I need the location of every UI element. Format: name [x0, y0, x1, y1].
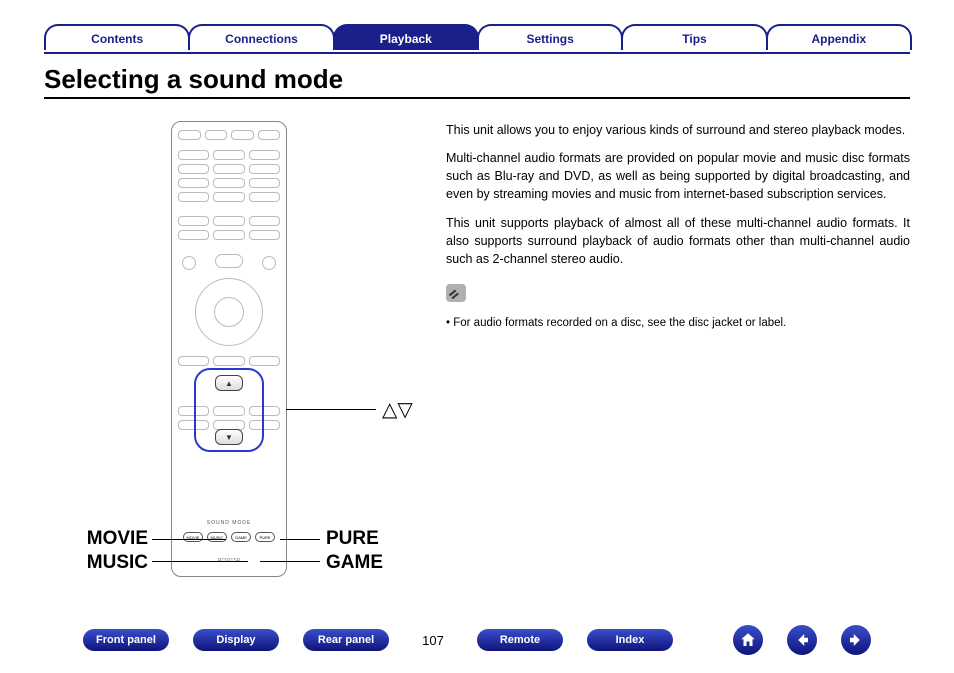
remote-pure-button: PURE [255, 532, 275, 542]
labels-left: MOVIE MUSIC [78, 527, 148, 575]
label-music: MUSIC [78, 551, 148, 575]
rear-panel-button[interactable]: Rear panel [303, 629, 389, 651]
label-movie: MOVIE [78, 527, 148, 551]
dpad-up-icon: ▲ [215, 375, 243, 391]
prev-button[interactable] [787, 625, 817, 655]
remote-music-button: MUSIC [207, 532, 227, 542]
tab-contents[interactable]: Contents [44, 24, 190, 50]
updown-symbol: △▽ [382, 397, 413, 422]
body-p3: This unit supports playback of almost al… [446, 214, 910, 268]
callout-line-updown [286, 409, 376, 410]
dpad-highlight: ▲ ▼ [194, 368, 264, 452]
index-button[interactable]: Index [587, 629, 673, 651]
body-p2: Multi-channel audio formats are provided… [446, 149, 910, 203]
tab-connections[interactable]: Connections [188, 24, 334, 50]
tab-settings[interactable]: Settings [477, 24, 623, 50]
front-panel-button[interactable]: Front panel [83, 629, 169, 651]
title-underline [44, 97, 910, 99]
top-tabs: Contents Connections Playback Settings T… [0, 0, 954, 50]
body-p1: This unit allows you to enjoy various ki… [446, 121, 910, 139]
bottom-nav: Front panel Display Rear panel 107 Remot… [0, 625, 954, 655]
callout-line-movie [152, 539, 226, 540]
tab-playback[interactable]: Playback [333, 24, 479, 50]
display-button[interactable]: Display [193, 629, 279, 651]
remote-wrap: ▲ ▼ SOUND MODE MOVIE MUSIC GAME PURE RC9… [44, 121, 414, 577]
home-button[interactable] [733, 625, 763, 655]
next-button[interactable] [841, 625, 871, 655]
label-pure: PURE [326, 527, 383, 551]
remote-movie-button: MOVIE [183, 532, 203, 542]
tab-appendix[interactable]: Appendix [766, 24, 912, 50]
body-text: This unit allows you to enjoy various ki… [446, 121, 910, 577]
dpad-down-icon: ▼ [215, 429, 243, 445]
remote-illustration: ▲ ▼ SOUND MODE MOVIE MUSIC GAME PURE RC9… [171, 121, 287, 577]
callout-line-music [152, 561, 248, 562]
home-icon [739, 631, 757, 649]
sound-mode-row: MOVIE MUSIC GAME PURE [172, 532, 286, 542]
remote-game-button: GAME [231, 532, 251, 542]
tab-tips[interactable]: Tips [621, 24, 767, 50]
callout-line-pure [280, 539, 320, 540]
remote-button[interactable]: Remote [477, 629, 563, 651]
arrow-right-icon [847, 631, 865, 649]
page-title: Selecting a sound mode [44, 64, 910, 95]
tab-underline [44, 52, 910, 54]
main-content: ▲ ▼ SOUND MODE MOVIE MUSIC GAME PURE RC9… [0, 121, 954, 577]
remote-column: ▲ ▼ SOUND MODE MOVIE MUSIC GAME PURE RC9… [44, 121, 414, 577]
labels-right: PURE GAME [326, 527, 383, 575]
arrow-left-icon [793, 631, 811, 649]
note-icon [446, 284, 466, 302]
callout-line-game [260, 561, 320, 562]
body-note: • For audio formats recorded on a disc, … [446, 315, 910, 332]
sound-mode-heading: SOUND MODE [172, 520, 286, 526]
label-game: GAME [326, 551, 383, 575]
page-number: 107 [413, 633, 453, 648]
